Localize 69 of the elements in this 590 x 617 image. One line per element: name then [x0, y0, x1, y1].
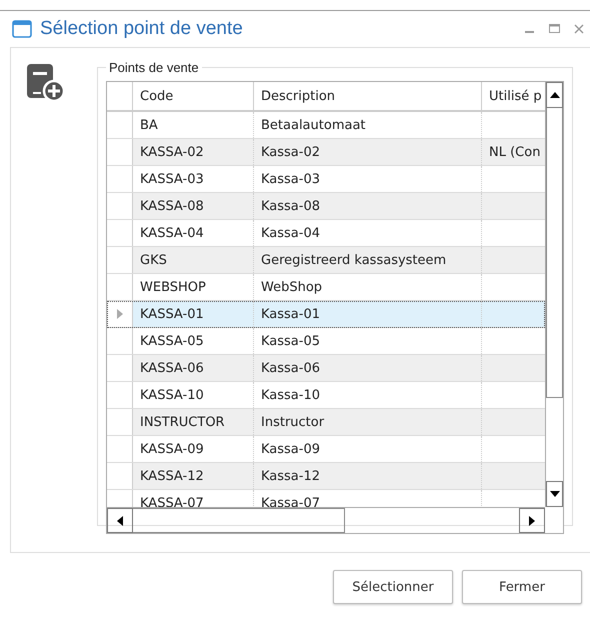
- arrow-right-icon: [529, 516, 535, 526]
- column-header[interactable]: Description: [254, 82, 482, 110]
- table-cell: KASSA-10: [133, 382, 254, 408]
- table-row[interactable]: KASSA-08 Kassa-08: [107, 193, 545, 220]
- vertical-scrollbar[interactable]: [545, 82, 563, 507]
- group-label: Points de vente: [108, 60, 200, 75]
- table-row[interactable]: INSTRUCTOR Instructor: [107, 409, 545, 436]
- arrow-up-icon: [550, 92, 560, 98]
- table-cell: Geregistreerd kassasysteem: [254, 247, 482, 273]
- close-icon[interactable]: [574, 24, 584, 34]
- column-header[interactable]: Code: [133, 82, 254, 110]
- table-cell: KASSA-09: [133, 436, 254, 462]
- table-cell: Kassa-10: [254, 382, 482, 408]
- window-title: Sélection point de vente: [40, 18, 243, 40]
- table-cell: WebShop: [254, 274, 482, 300]
- table-row[interactable]: BA Betaalautomaat: [107, 112, 545, 139]
- table-cell: Kassa-12: [254, 463, 482, 489]
- table-cell: BA: [133, 112, 254, 138]
- dialog-button[interactable]: Fermer: [462, 570, 582, 604]
- table-cell: KASSA-08: [133, 193, 254, 219]
- maximize-icon[interactable]: [549, 24, 560, 34]
- scroll-right-button[interactable]: [519, 508, 545, 533]
- table-cell: KASSA-02: [133, 139, 254, 165]
- table-cell-text: NL (Con: [488, 144, 542, 162]
- column-header[interactable]: Utilisé p: [482, 82, 545, 110]
- dialog-button[interactable]: Sélectionner: [333, 570, 453, 604]
- table-cell: INSTRUCTOR: [133, 409, 254, 435]
- row-pointer-icon: [116, 309, 122, 319]
- table-cell: Kassa-01: [254, 301, 482, 327]
- table-cell: WEBSHOP: [133, 274, 254, 300]
- table-cell: KASSA-12: [133, 463, 254, 489]
- window-icon: [12, 20, 32, 38]
- table-cell: GKS: [133, 247, 254, 273]
- table-cell: Kassa-03: [254, 166, 482, 192]
- table-cell: KASSA-04: [133, 220, 254, 246]
- table-row[interactable]: KASSA-01 Kassa-01: [107, 301, 545, 328]
- table-row[interactable]: KASSA-02 Kassa-02 NL (Con: [107, 139, 545, 166]
- table-row[interactable]: KASSA-06 Kassa-06: [107, 355, 545, 382]
- scrollbar-thumb[interactable]: [133, 508, 345, 533]
- table-row[interactable]: WEBSHOP WebShop: [107, 274, 545, 301]
- table-row[interactable]: KASSA-09 Kassa-09: [107, 436, 545, 463]
- horizontal-scrollbar[interactable]: [107, 507, 545, 533]
- table-cell: KASSA-06: [133, 355, 254, 381]
- table-cell: KASSA-05: [133, 328, 254, 354]
- table-cell: Kassa-08: [254, 193, 482, 219]
- table-cell: KASSA-07: [133, 490, 254, 507]
- arrow-left-icon: [117, 516, 123, 526]
- table-row[interactable]: KASSA-12 Kassa-12: [107, 463, 545, 490]
- table-cell: KASSA-01: [133, 301, 254, 327]
- table-cell: Betaalautomaat: [254, 112, 482, 138]
- table-cell: Kassa-07: [254, 490, 482, 507]
- scroll-down-button[interactable]: [546, 481, 563, 507]
- table-row[interactable]: KASSA-03 Kassa-03: [107, 166, 545, 193]
- table-cell: Kassa-09: [254, 436, 482, 462]
- table-cell: Kassa-06: [254, 355, 482, 381]
- table-row[interactable]: KASSA-10 Kassa-10: [107, 382, 545, 409]
- table-cell: Instructor: [254, 409, 482, 435]
- scroll-up-button[interactable]: [546, 82, 563, 108]
- document-add-icon[interactable]: [25, 62, 65, 102]
- table-cell: Kassa-02: [254, 139, 482, 165]
- table-cell: KASSA-03: [133, 166, 254, 192]
- table-row[interactable]: KASSA-04 Kassa-04: [107, 220, 545, 247]
- table-cell: Kassa-04: [254, 220, 482, 246]
- table-row[interactable]: KASSA-05 Kassa-05: [107, 328, 545, 355]
- table-cell: Kassa-05: [254, 328, 482, 354]
- table-row[interactable]: GKS Geregistreerd kassasysteem: [107, 247, 545, 274]
- arrow-down-icon: [550, 491, 560, 497]
- scrollbar-thumb[interactable]: [546, 108, 563, 398]
- scroll-left-button[interactable]: [107, 508, 133, 533]
